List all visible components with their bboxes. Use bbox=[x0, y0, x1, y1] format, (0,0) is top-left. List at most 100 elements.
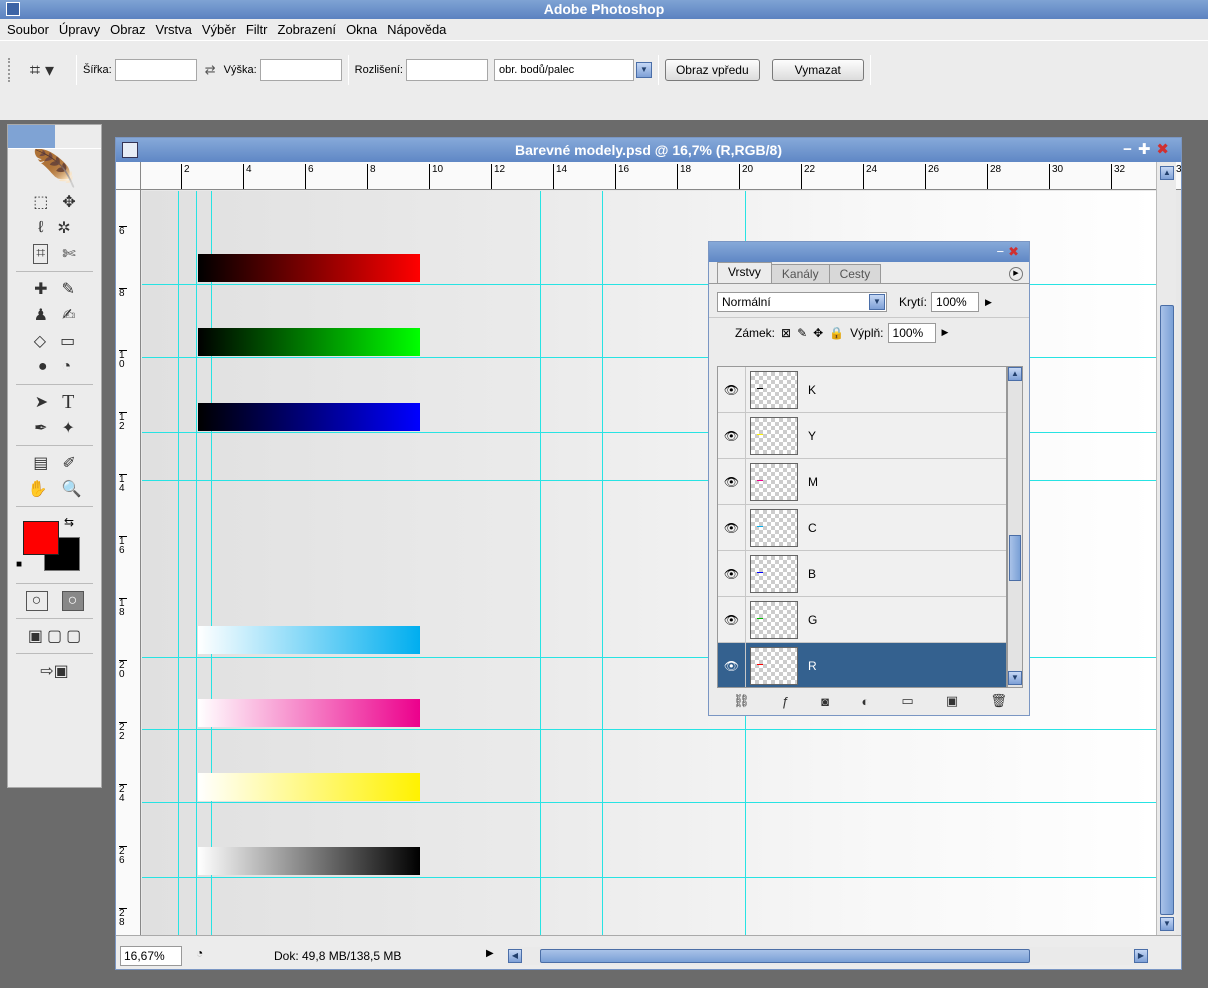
hand-tool-icon[interactable]: ✋ bbox=[28, 479, 48, 499]
menu-obraz[interactable]: Obraz bbox=[105, 19, 150, 40]
panel-menu-icon[interactable]: ▶ bbox=[1009, 267, 1023, 281]
width-input[interactable] bbox=[114, 59, 197, 81]
resolution-input[interactable] bbox=[405, 59, 488, 81]
gradient-bar-cyan[interactable] bbox=[198, 626, 420, 654]
gradient-bar-blue[interactable] bbox=[198, 403, 420, 431]
eye-icon[interactable]: 👁 bbox=[718, 412, 746, 459]
healing-brush-tool-icon[interactable]: ✚ bbox=[34, 279, 47, 299]
scroll-up-icon[interactable]: ▲ bbox=[1160, 166, 1174, 180]
guide-horizontal[interactable] bbox=[142, 877, 1156, 878]
chevron-down-icon[interactable]: ▼ bbox=[635, 62, 652, 78]
layer-style-icon[interactable]: ƒ bbox=[782, 694, 789, 709]
gradient-tool-icon[interactable]: ▭ bbox=[60, 331, 75, 351]
layer-row-g[interactable]: 👁 G bbox=[718, 596, 1006, 643]
gradient-bar-black[interactable] bbox=[198, 847, 420, 875]
layer-row-c[interactable]: 👁 C bbox=[718, 504, 1006, 551]
lock-transparency-icon[interactable]: ⊠ bbox=[781, 326, 791, 340]
quick-mask-mode-icon[interactable]: ○ bbox=[61, 591, 84, 611]
layers-scroll-thumb[interactable] bbox=[1009, 535, 1021, 581]
eye-icon[interactable]: 👁 bbox=[718, 596, 746, 643]
slice-tool-icon[interactable]: ✄ bbox=[62, 244, 75, 264]
layer-row-r[interactable]: 👁 R bbox=[718, 642, 1006, 687]
gradient-bar-magenta[interactable] bbox=[198, 699, 420, 727]
crop-tool-icon[interactable]: ⌗ bbox=[33, 244, 49, 264]
trash-icon[interactable]: 🗑 bbox=[990, 693, 1007, 709]
blur-tool-icon[interactable]: ● bbox=[38, 358, 48, 376]
crop-tool-preset-icon[interactable]: ⌗ ▾ bbox=[14, 57, 70, 83]
jump-to-imageready-icon[interactable]: ⇨▣ bbox=[40, 661, 69, 681]
vertical-scrollbar[interactable]: ▲ ▼ bbox=[1156, 162, 1176, 935]
panel-close-icon[interactable]: ✖ bbox=[1008, 244, 1023, 259]
menu-upravy[interactable]: Úpravy bbox=[54, 19, 105, 40]
history-brush-tool-icon[interactable]: ✍ bbox=[62, 305, 75, 325]
swap-colors-icon[interactable]: ⇆ bbox=[64, 515, 74, 529]
scroll-down-icon[interactable]: ▼ bbox=[1160, 917, 1174, 931]
vertical-scroll-thumb[interactable] bbox=[1160, 305, 1174, 915]
clone-stamp-tool-icon[interactable]: ♟ bbox=[34, 305, 48, 325]
link-layers-icon[interactable]: ⛓ bbox=[733, 693, 750, 709]
height-input[interactable] bbox=[259, 59, 342, 81]
standard-mode-icon[interactable]: ○ bbox=[25, 591, 48, 611]
eye-icon[interactable]: 👁 bbox=[718, 458, 746, 505]
scroll-right-icon[interactable]: ▶ bbox=[1134, 949, 1148, 963]
layer-row-k[interactable]: 👁 K bbox=[718, 367, 1006, 413]
adjustment-layer-icon[interactable]: ◐ bbox=[861, 694, 869, 709]
opacity-field[interactable]: 100% bbox=[931, 292, 980, 312]
horizontal-scroll-thumb[interactable] bbox=[540, 949, 1030, 963]
layer-row-m[interactable]: 👁 M bbox=[718, 458, 1006, 505]
resolution-unit-select[interactable]: obr. bodů/palec bbox=[493, 59, 634, 81]
layer-thumbnail[interactable] bbox=[750, 554, 798, 593]
photoshop-app-icon[interactable] bbox=[6, 2, 20, 16]
eraser-tool-icon[interactable]: ◇ bbox=[34, 331, 46, 351]
navigator-icon[interactable]: ◔ bbox=[196, 946, 203, 960]
default-colors-icon[interactable]: ■ bbox=[16, 559, 22, 570]
eye-icon[interactable]: 👁 bbox=[718, 504, 746, 551]
gradient-bar-red[interactable] bbox=[198, 254, 420, 282]
chevron-down-icon[interactable]: ▼ bbox=[869, 294, 885, 310]
menu-napoveda[interactable]: Nápověda bbox=[382, 19, 451, 40]
foreground-color-swatch[interactable] bbox=[23, 521, 59, 555]
guide-vertical[interactable] bbox=[196, 191, 197, 935]
opacity-arrow-icon[interactable]: ▶ bbox=[985, 297, 992, 308]
guide-horizontal[interactable] bbox=[142, 729, 1156, 730]
marquee-tool-icon[interactable]: ⬚ bbox=[33, 192, 48, 212]
menu-vrstva[interactable]: Vrstva bbox=[151, 19, 197, 40]
type-tool-icon[interactable]: T bbox=[62, 391, 74, 414]
screen-mode-full-icon[interactable]: ▢ bbox=[66, 626, 81, 646]
zoom-level-field[interactable]: 16,67% bbox=[120, 946, 182, 966]
tab-layers[interactable]: Vrstvy bbox=[717, 262, 772, 283]
layers-scrollbar[interactable]: ▲ ▼ bbox=[1007, 366, 1023, 688]
scroll-up-icon[interactable]: ▲ bbox=[1008, 367, 1022, 381]
front-image-button[interactable]: Obraz vpředu bbox=[664, 59, 760, 81]
pen-tool-icon[interactable]: ✒ bbox=[34, 418, 47, 438]
layer-thumbnail[interactable] bbox=[750, 370, 798, 409]
guide-vertical[interactable] bbox=[540, 191, 541, 935]
new-group-icon[interactable]: ▭ bbox=[901, 693, 913, 709]
menu-filtr[interactable]: Filtr bbox=[241, 19, 273, 40]
eyedropper-tool-icon[interactable]: ✐ bbox=[62, 453, 75, 473]
layer-row-b[interactable]: 👁 B bbox=[718, 550, 1006, 597]
ruler-vertical[interactable]: 6 8 10 12 14 16 18 20 22 24 26 28 bbox=[116, 190, 141, 935]
ruler-horizontal[interactable]: 246810121416182022242628303234 bbox=[141, 162, 1181, 190]
guide-vertical[interactable] bbox=[211, 191, 212, 935]
maximize-icon[interactable]: ✚ bbox=[1138, 141, 1157, 158]
gradient-bar-green[interactable] bbox=[198, 328, 420, 356]
notes-tool-icon[interactable]: ▤ bbox=[33, 453, 48, 473]
fill-field[interactable]: 100% bbox=[887, 322, 936, 343]
add-mask-icon[interactable]: ◙ bbox=[821, 694, 829, 709]
tab-paths[interactable]: Cesty bbox=[828, 264, 882, 283]
status-menu-arrow-icon[interactable]: ▶ bbox=[486, 948, 494, 959]
zoom-tool-icon[interactable]: 🔍 bbox=[62, 479, 82, 499]
layer-thumbnail[interactable] bbox=[750, 462, 798, 501]
menu-vyber[interactable]: Výběr bbox=[197, 19, 241, 40]
lock-all-icon[interactable]: 🔒 bbox=[829, 326, 844, 340]
clear-button[interactable]: Vymazat bbox=[771, 59, 864, 81]
magic-wand-tool-icon[interactable]: ✲ bbox=[57, 218, 70, 238]
guide-horizontal[interactable] bbox=[142, 802, 1156, 803]
ruler-origin[interactable] bbox=[116, 162, 141, 190]
lock-pixels-icon[interactable]: ✎ bbox=[797, 326, 807, 340]
layer-thumbnail[interactable] bbox=[750, 508, 798, 547]
brush-tool-icon[interactable]: ✎ bbox=[62, 279, 75, 299]
swap-dimensions-icon[interactable]: ⇄ bbox=[205, 62, 216, 78]
menu-soubor[interactable]: Soubor bbox=[2, 19, 54, 40]
